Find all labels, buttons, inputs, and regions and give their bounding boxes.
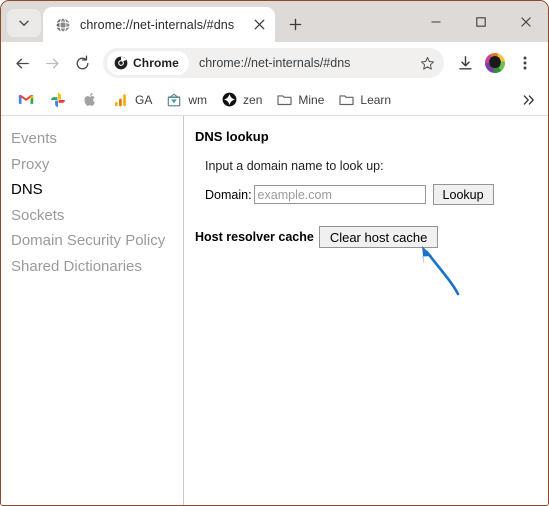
avatar xyxy=(485,53,505,73)
bookmark-label: zen xyxy=(243,92,263,107)
maximize-button[interactable] xyxy=(458,1,503,42)
bookmark-google-photos[interactable] xyxy=(43,88,73,112)
browser-tab[interactable]: chrome://net-internals/#dns xyxy=(43,7,275,42)
profile-button[interactable] xyxy=(480,48,510,78)
download-button[interactable] xyxy=(450,48,480,78)
sidebar-item-sockets[interactable]: Sockets xyxy=(11,203,183,229)
sidebar-item-dns[interactable]: DNS xyxy=(11,177,183,203)
tab-title: chrome://net-internals/#dns xyxy=(80,17,235,32)
maximize-icon xyxy=(475,16,486,27)
address-bar-url: chrome://net-internals/#dns xyxy=(198,56,351,70)
star-icon xyxy=(420,56,434,70)
host-resolver-cache-row: Host resolver cache Clear host cache xyxy=(195,226,548,248)
forward-button[interactable] xyxy=(37,48,67,78)
bookmark-folder-mine[interactable]: Mine xyxy=(270,88,330,112)
google-analytics-icon xyxy=(113,92,129,108)
sidebar-item-domain-security-policy[interactable]: Domain Security Policy xyxy=(11,228,183,254)
net-internals-sidebar: Events Proxy DNS Sockets Domain Security… xyxy=(1,116,184,505)
bookmark-label: Learn xyxy=(360,92,392,107)
globe-icon xyxy=(55,17,71,32)
bookmark-label: Mine xyxy=(298,92,325,107)
google-photos-icon xyxy=(50,92,66,108)
minimize-button[interactable] xyxy=(413,1,458,42)
bookmark-folder-learn[interactable]: Learn xyxy=(332,88,397,112)
sidebar-item-events[interactable]: Events xyxy=(11,126,183,152)
folder-icon xyxy=(276,92,292,108)
arrow-left-icon xyxy=(15,58,29,68)
plus-icon xyxy=(289,18,301,30)
bookmark-zen[interactable]: zen xyxy=(215,88,268,112)
bookmark-star-button[interactable] xyxy=(414,50,440,76)
arrow-right-icon xyxy=(45,58,59,68)
chrome-logo-icon xyxy=(114,56,128,70)
wm-site-icon xyxy=(166,92,182,108)
reload-icon xyxy=(76,54,88,69)
chevron-down-icon xyxy=(19,20,29,26)
new-tab-button[interactable] xyxy=(281,10,309,38)
sidebar-item-shared-dictionaries[interactable]: Shared Dictionaries xyxy=(11,254,183,280)
chrome-chip[interactable]: Chrome xyxy=(107,51,189,75)
back-button[interactable] xyxy=(7,48,37,78)
close-icon xyxy=(520,16,531,27)
domain-label: Domain: xyxy=(205,187,252,202)
gmail-icon xyxy=(18,92,34,108)
dns-panel: DNS lookup Input a domain name to look u… xyxy=(184,116,548,505)
three-dot-menu-icon xyxy=(523,56,527,70)
address-bar[interactable]: Chrome chrome://net-internals/#dns xyxy=(103,48,444,78)
tab-search-button[interactable] xyxy=(7,9,41,37)
host-resolver-cache-label: Host resolver cache xyxy=(195,230,314,244)
lookup-hint-text: Input a domain name to look up: xyxy=(205,159,384,173)
window-controls xyxy=(413,1,548,42)
bookmark-apple[interactable] xyxy=(75,88,105,112)
domain-input[interactable] xyxy=(253,185,426,204)
annotation-arrow-icon xyxy=(422,246,460,296)
page-title: DNS lookup xyxy=(195,129,269,144)
close-window-button[interactable] xyxy=(503,1,548,42)
browser-toolbar: Chrome chrome://net-internals/#dns xyxy=(1,42,548,84)
tab-strip: chrome://net-internals/#dns xyxy=(1,1,548,42)
browser-window: chrome://net-internals/#dns Chrome chrom… xyxy=(0,0,549,506)
apple-icon xyxy=(82,92,98,108)
domain-lookup-row: Domain: Lookup xyxy=(205,184,548,205)
bookmark-label: GA xyxy=(135,92,153,107)
chevron-double-right-icon xyxy=(523,94,534,105)
tab-close-button[interactable] xyxy=(249,15,269,35)
chrome-chip-label: Chrome xyxy=(133,56,179,70)
download-icon xyxy=(458,55,472,69)
browser-menu-button[interactable] xyxy=(510,48,540,78)
folder-icon xyxy=(338,92,354,108)
lookup-button[interactable]: Lookup xyxy=(432,184,494,205)
close-icon xyxy=(254,19,264,30)
minimize-icon xyxy=(431,20,440,23)
bookmarks-bar: GA wm zen Mine Learn xyxy=(1,84,548,116)
zen-icon xyxy=(221,92,237,108)
bookmark-gmail[interactable] xyxy=(11,88,41,112)
bookmark-wm[interactable]: wm xyxy=(160,88,213,112)
clear-host-cache-button[interactable]: Clear host cache xyxy=(318,226,439,248)
page-viewport: Events Proxy DNS Sockets Domain Security… xyxy=(1,116,548,505)
bookmarks-overflow-button[interactable] xyxy=(516,88,542,112)
bookmark-ga[interactable]: GA xyxy=(107,88,158,112)
sidebar-item-proxy[interactable]: Proxy xyxy=(11,152,183,178)
bookmark-label: wm xyxy=(188,92,208,107)
reload-button[interactable] xyxy=(67,48,97,78)
